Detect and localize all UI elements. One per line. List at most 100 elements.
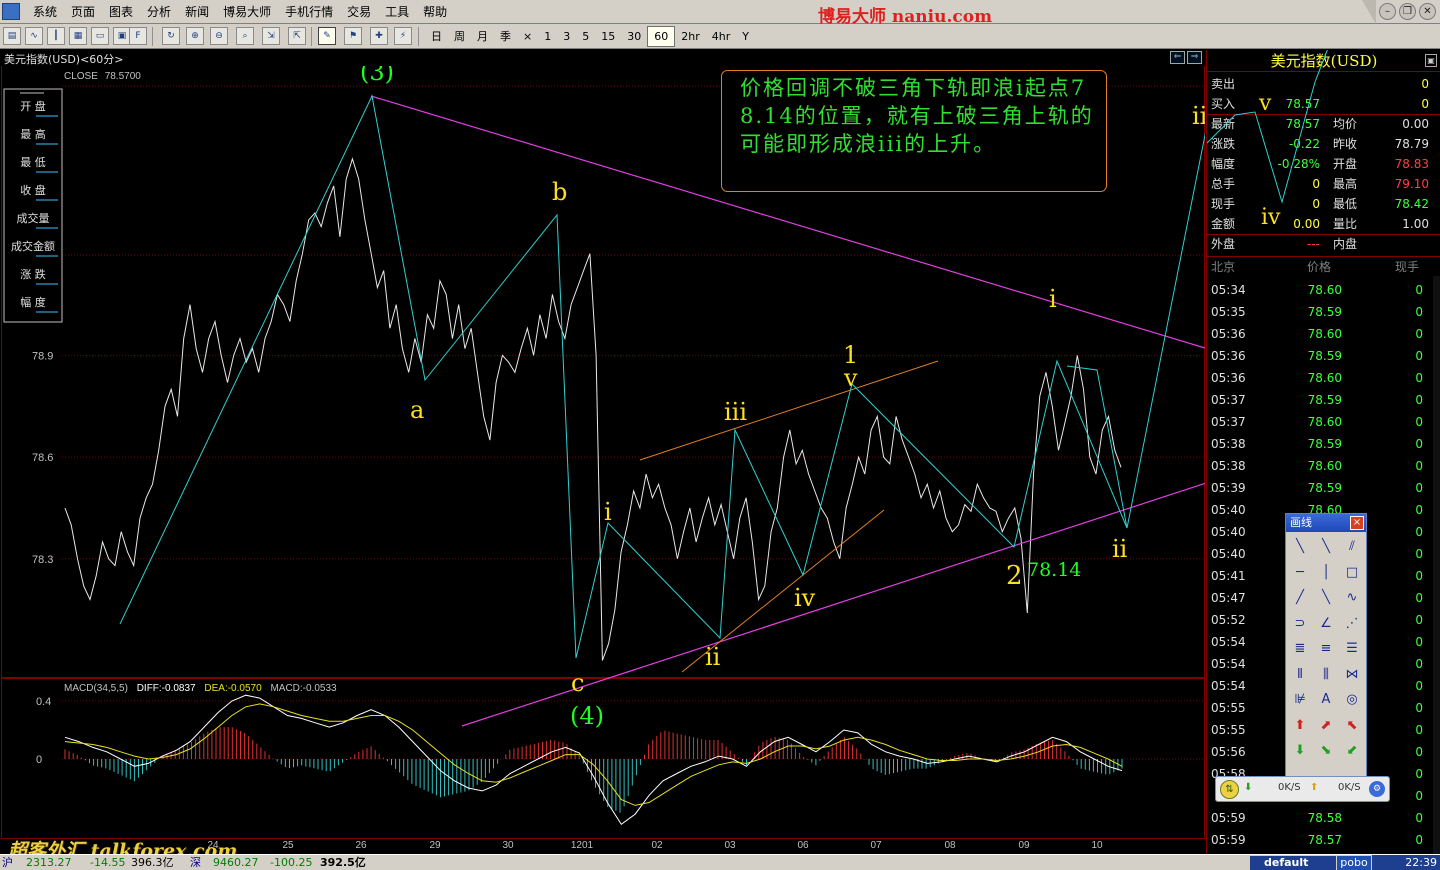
speed-icon[interactable]: ⋈ <box>1339 662 1365 688</box>
search-icon[interactable]: ⌕ <box>236 27 254 45</box>
wave-label-forecast-v: v <box>1258 91 1272 116</box>
line-chart-icon[interactable]: ∿ <box>25 27 43 45</box>
line-up-icon[interactable]: ╱ <box>1287 585 1313 611</box>
fan-icon[interactable]: ⋰ <box>1339 611 1365 637</box>
parallel-icon[interactable]: ⫽ <box>1339 534 1365 560</box>
refresh-icon[interactable]: ↻ <box>162 27 180 45</box>
arrow-down-icon[interactable]: ⬇ <box>1287 738 1313 764</box>
menu-trade[interactable]: 交易 <box>340 0 378 24</box>
alarm-icon[interactable]: ⚑ <box>344 27 362 45</box>
palette-title[interactable]: 画线 × <box>1286 514 1366 532</box>
angle-icon[interactable]: ∠ <box>1313 611 1339 637</box>
period-5[interactable]: 5 <box>576 26 595 47</box>
rays-icon[interactable]: ⊯ <box>1287 687 1313 713</box>
menu-analysis[interactable]: 分析 <box>140 0 178 24</box>
menu-boyi[interactable]: 博易大师 <box>216 0 278 24</box>
restore-icon[interactable]: ❐ <box>1399 3 1416 20</box>
segment-icon[interactable]: ╲ <box>1287 534 1313 560</box>
period-4hr[interactable]: 4hr <box>706 26 737 47</box>
panel-icon[interactable]: ▭ <box>91 27 109 45</box>
period-quarter[interactable]: 季 <box>494 26 517 47</box>
zoom-in-icon[interactable]: ⊕ <box>186 27 204 45</box>
date-tick-label: 07 <box>870 840 882 851</box>
close-icon[interactable]: ✕ <box>1419 3 1436 20</box>
tick-volume: 0 <box>1415 525 1423 539</box>
arrow-up-icon: ⬆ <box>1310 782 1319 793</box>
arrow-downleft-icon[interactable]: ⬋ <box>1339 738 1365 764</box>
tick-row: 05:37 78.60 0 <box>1207 411 1440 433</box>
bars-icon[interactable]: ⫼ <box>1313 662 1339 688</box>
profile-selector[interactable]: default <box>1250 856 1336 870</box>
arc-icon[interactable]: ⊃ <box>1287 611 1313 637</box>
period-year[interactable]: Y <box>736 26 755 47</box>
period-month[interactable]: 月 <box>471 26 494 47</box>
ohlc-label: 涨 跌 <box>20 267 46 281</box>
date-tick-label: 30 <box>502 840 514 851</box>
channel-icon[interactable]: ≡ <box>1313 636 1339 662</box>
gann-icon[interactable]: ☰ <box>1339 636 1365 662</box>
menu-chart[interactable]: 图表 <box>102 0 140 24</box>
tick-volume: 0 <box>1415 635 1423 649</box>
tick-time: 05:34 <box>1211 283 1246 297</box>
sh-label: 沪 <box>2 856 13 869</box>
minimize-icon[interactable]: – <box>1379 3 1396 20</box>
menu-system[interactable]: 系统 <box>26 0 64 24</box>
tick-time: 05:37 <box>1211 393 1246 407</box>
wave-icon[interactable]: ∿ <box>1339 585 1365 611</box>
period-60[interactable]: 60 <box>647 26 676 47</box>
arrow-upright-icon[interactable]: ⬈ <box>1313 713 1339 739</box>
arrow-upleft-icon[interactable]: ⬉ <box>1339 713 1365 739</box>
tick-scrollbar[interactable] <box>1433 276 1440 854</box>
close-value: 78.5700 <box>105 71 142 82</box>
f10-icon[interactable]: F <box>129 27 147 45</box>
date-tick-label: 25 <box>282 840 294 851</box>
lightning-icon[interactable]: ⚡ <box>394 27 412 45</box>
menu-mobile-quotes[interactable]: 手机行情 <box>278 0 340 24</box>
quote-list-icon[interactable]: ▤ <box>3 27 21 45</box>
vline-icon[interactable]: │ <box>1313 560 1339 586</box>
period-2hr[interactable]: 2hr <box>675 26 706 47</box>
cycle-icon[interactable]: ⦀ <box>1287 662 1313 688</box>
menu-page[interactable]: 页面 <box>64 0 102 24</box>
fib-icon[interactable]: ≣ <box>1287 636 1313 662</box>
draw-tool-icon[interactable]: ✎ <box>318 27 336 45</box>
chart-scroll-left-icon[interactable]: ⇐ <box>1170 51 1185 64</box>
hline-icon[interactable]: ─ <box>1287 560 1313 586</box>
arrow-downright-icon[interactable]: ⬊ <box>1313 738 1339 764</box>
period-day[interactable]: 日 <box>425 26 448 47</box>
period-30[interactable]: 30 <box>621 26 647 47</box>
chart-canvas[interactable]: 78.978.678.3 0.40 24 25 26 29 30 1201 02 03 06 07… <box>0 50 1205 854</box>
settings-icon[interactable]: ⚙ <box>1369 781 1385 797</box>
text-icon[interactable]: A <box>1313 687 1339 713</box>
indicator-icon[interactable]: ✚ <box>370 27 388 45</box>
menu-news[interactable]: 新闻 <box>178 0 216 24</box>
tick-price: 78.59 <box>1307 349 1342 363</box>
period-1[interactable]: 1 <box>538 26 557 47</box>
chart-scroll-right-icon[interactable]: ⇒ <box>1187 51 1202 64</box>
target-icon[interactable]: ◎ <box>1339 687 1365 713</box>
arrow-up-icon[interactable]: ⬆ <box>1287 713 1313 739</box>
ray-icon[interactable]: ╲ <box>1313 534 1339 560</box>
export-icon[interactable]: ⇲ <box>262 27 280 45</box>
import-icon[interactable]: ⇱ <box>288 27 306 45</box>
period-3[interactable]: 3 <box>557 26 576 47</box>
menu-tools[interactable]: 工具 <box>378 0 416 24</box>
zoom-out-icon[interactable]: ⊖ <box>210 27 228 45</box>
table-icon[interactable]: ▦ <box>69 27 87 45</box>
trading-terminal-window: 系统 页面 图表 分析 新闻 博易大师 手机行情 交易 工具 帮助 博易大师 n… <box>0 0 1440 870</box>
period-week[interactable]: 周 <box>448 26 471 47</box>
mdi-corner <box>1362 0 1376 24</box>
app-logo-icon[interactable] <box>2 3 20 20</box>
pobo-button[interactable]: pobo <box>1337 856 1371 870</box>
macd-value-label: MACD:-0.0533 <box>270 683 337 694</box>
period-15[interactable]: 15 <box>595 26 621 47</box>
line-down-icon[interactable]: ╲ <box>1313 585 1339 611</box>
menu-help[interactable]: 帮助 <box>416 0 454 24</box>
connection-icon[interactable]: ⇅ <box>1220 780 1239 799</box>
tick-price: 78.60 <box>1307 415 1342 429</box>
rect-icon[interactable]: □ <box>1339 560 1365 586</box>
period-tick[interactable]: × <box>517 26 538 47</box>
close-icon[interactable]: × <box>1350 516 1364 530</box>
kline-icon[interactable]: ┃ <box>47 27 65 45</box>
network-status: ⇅ ⬇ 0K/S ⬆ 0K/S ⚙ <box>1215 776 1390 802</box>
